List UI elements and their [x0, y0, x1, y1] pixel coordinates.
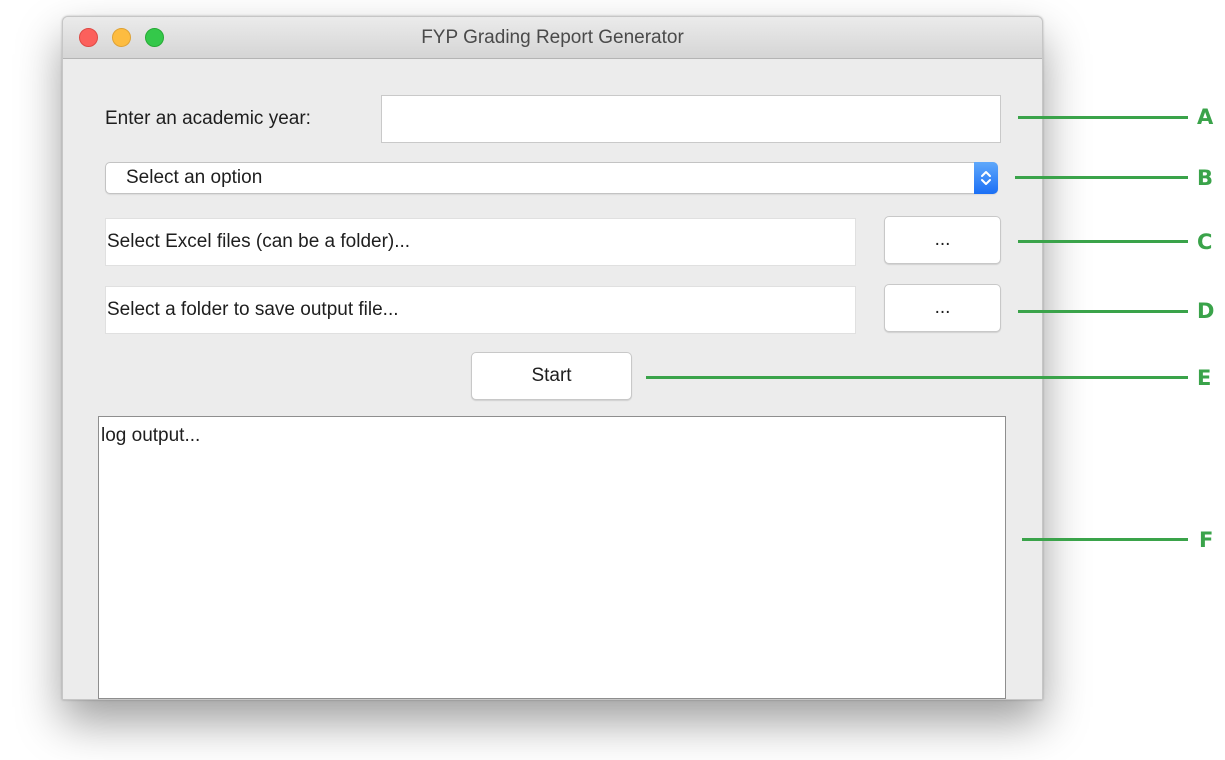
- option-select-value: Select an option: [126, 167, 263, 188]
- app-window: FYP Grading Report Generator Enter an ac…: [62, 16, 1043, 700]
- start-button[interactable]: Start: [471, 352, 632, 400]
- callout-line-e: [646, 376, 1188, 379]
- callout-line-a: [1018, 116, 1188, 119]
- close-window-button[interactable]: [79, 28, 98, 47]
- callout-label-d: D: [1197, 299, 1215, 323]
- academic-year-input[interactable]: [381, 95, 1001, 143]
- academic-year-label: Enter an academic year:: [105, 108, 311, 129]
- callout-label-a: A: [1197, 105, 1214, 129]
- option-select[interactable]: Select an option: [105, 162, 998, 194]
- title-bar[interactable]: FYP Grading Report Generator: [63, 17, 1042, 59]
- output-folder-path-field[interactable]: Select a folder to save output file...: [105, 286, 856, 334]
- screenshot-stage: FYP Grading Report Generator Enter an ac…: [0, 0, 1225, 760]
- callout-line-f: [1022, 538, 1188, 541]
- maximize-window-button[interactable]: [145, 28, 164, 47]
- callout-label-f: F: [1199, 528, 1214, 552]
- callout-line-d: [1018, 310, 1188, 313]
- callout-label-b: B: [1197, 166, 1214, 190]
- callout-line-c: [1018, 240, 1188, 243]
- browse-excel-button[interactable]: ...: [884, 216, 1001, 264]
- select-stepper-icon: [974, 162, 998, 194]
- minimize-window-button[interactable]: [112, 28, 131, 47]
- callout-line-b: [1015, 176, 1188, 179]
- browse-output-button[interactable]: ...: [884, 284, 1001, 332]
- callout-label-c: C: [1197, 230, 1213, 254]
- window-title: FYP Grading Report Generator: [421, 27, 684, 48]
- log-output-area[interactable]: log output...: [98, 416, 1006, 699]
- callout-label-e: E: [1197, 366, 1212, 390]
- excel-files-path-field[interactable]: Select Excel files (can be a folder)...: [105, 218, 856, 266]
